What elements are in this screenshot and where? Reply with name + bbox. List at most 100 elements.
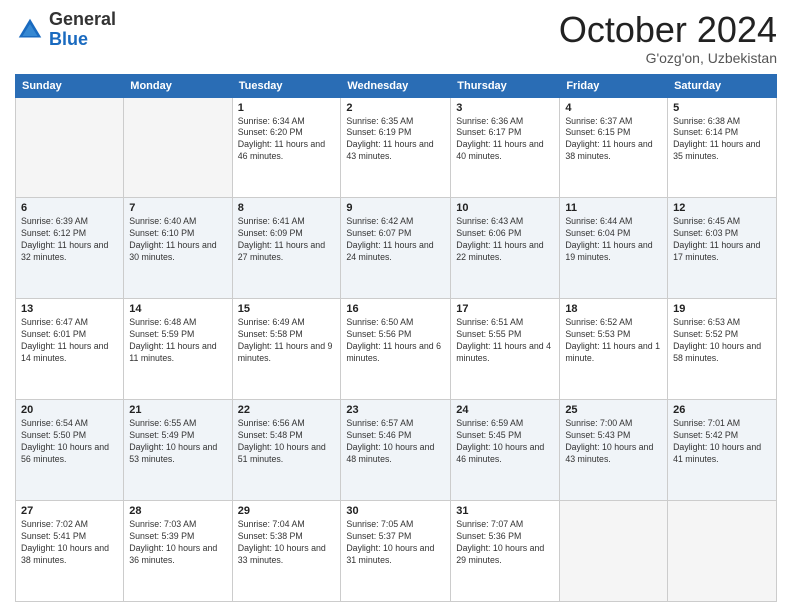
header-tuesday: Tuesday xyxy=(232,74,341,97)
day-number: 11 xyxy=(565,202,662,214)
logo: General Blue xyxy=(15,10,116,50)
day-info: Sunrise: 6:42 AM Sunset: 6:07 PM Dayligh… xyxy=(346,216,445,264)
calendar-table: Sunday Monday Tuesday Wednesday Thursday… xyxy=(15,74,777,602)
table-row: 18 Sunrise: 6:52 AM Sunset: 5:53 PM Dayli… xyxy=(560,299,668,400)
table-row xyxy=(124,97,232,198)
day-number: 4 xyxy=(565,102,662,114)
calendar-week-row: 6 Sunrise: 6:39 AM Sunset: 6:12 PM Daylig… xyxy=(16,198,777,299)
table-row xyxy=(668,501,777,602)
day-number: 27 xyxy=(21,505,118,517)
table-row: 15Sunrise: 6:49 AM Sunset: 5:58 PM Dayli… xyxy=(232,299,341,400)
day-number: 19 xyxy=(673,303,771,315)
header: General Blue October 2024 G'ozg'on, Uzbe… xyxy=(15,10,777,66)
day-info: Sunrise: 6:36 AM Sunset: 6:17 PM Dayligh… xyxy=(456,116,554,164)
day-info: Sunrise: 7:00 AM Sunset: 5:43 PM Dayligh… xyxy=(565,418,662,466)
location: G'ozg'on, Uzbekistan xyxy=(559,50,777,66)
day-info: Sunrise: 6:52 AM Sunset: 5:53 PM Dayligh… xyxy=(565,317,662,365)
day-number: 21 xyxy=(129,404,226,416)
day-info: Sunrise: 6:59 AM Sunset: 5:45 PM Dayligh… xyxy=(456,418,554,466)
table-row: 4 Sunrise: 6:37 AM Sunset: 6:15 PM Daylig… xyxy=(560,97,668,198)
table-row xyxy=(16,97,124,198)
day-info: Sunrise: 7:01 AM Sunset: 5:42 PM Dayligh… xyxy=(673,418,771,466)
day-number: 2 xyxy=(346,102,445,114)
day-number: 31 xyxy=(456,505,554,517)
header-saturday: Saturday xyxy=(668,74,777,97)
day-number: 23 xyxy=(346,404,445,416)
table-row: 22 Sunrise: 6:56 AM Sunset: 5:48 PM Dayli… xyxy=(232,400,341,501)
day-number: 22 xyxy=(238,404,336,416)
calendar-week-row: 13 Sunrise: 6:47 AM Sunset: 6:01 PM Dayli… xyxy=(16,299,777,400)
table-row: 31 Sunrise: 7:07 AM Sunset: 5:36 PM Dayli… xyxy=(451,501,560,602)
day-info: Sunrise: 6:37 AM Sunset: 6:15 PM Dayligh… xyxy=(565,116,662,164)
table-row: 7 Sunrise: 6:40 AM Sunset: 6:10 PM Daylig… xyxy=(124,198,232,299)
calendar-week-row: 20Sunrise: 6:54 AM Sunset: 5:50 PM Dayli… xyxy=(16,400,777,501)
day-info: Sunrise: 6:39 AM Sunset: 6:12 PM Dayligh… xyxy=(21,216,118,264)
day-info: Sunrise: 6:50 AM Sunset: 5:56 PM Dayligh… xyxy=(346,317,445,365)
day-number: 5 xyxy=(673,102,771,114)
table-row: 19Sunrise: 6:53 AM Sunset: 5:52 PM Dayli… xyxy=(668,299,777,400)
day-number: 20 xyxy=(21,404,118,416)
table-row: 24 Sunrise: 6:59 AM Sunset: 5:45 PM Dayli… xyxy=(451,400,560,501)
header-friday: Friday xyxy=(560,74,668,97)
day-info: Sunrise: 6:55 AM Sunset: 5:49 PM Dayligh… xyxy=(129,418,226,466)
logo-text: General Blue xyxy=(49,10,116,50)
table-row xyxy=(560,501,668,602)
table-row: 5 Sunrise: 6:38 AM Sunset: 6:14 PM Daylig… xyxy=(668,97,777,198)
day-number: 25 xyxy=(565,404,662,416)
day-info: Sunrise: 6:47 AM Sunset: 6:01 PM Dayligh… xyxy=(21,317,118,365)
day-info: Sunrise: 6:44 AM Sunset: 6:04 PM Dayligh… xyxy=(565,216,662,264)
table-row: 23 Sunrise: 6:57 AM Sunset: 5:46 PM Dayli… xyxy=(341,400,451,501)
day-number: 30 xyxy=(346,505,445,517)
table-row: 3 Sunrise: 6:36 AM Sunset: 6:17 PM Daylig… xyxy=(451,97,560,198)
calendar-week-row: 1Sunrise: 6:34 AM Sunset: 6:20 PM Daylig… xyxy=(16,97,777,198)
logo-icon xyxy=(15,15,45,45)
day-number: 10 xyxy=(456,202,554,214)
day-number: 13 xyxy=(21,303,118,315)
table-row: 12Sunrise: 6:45 AM Sunset: 6:03 PM Dayli… xyxy=(668,198,777,299)
table-row: 30 Sunrise: 7:05 AM Sunset: 5:37 PM Dayli… xyxy=(341,501,451,602)
table-row: 13 Sunrise: 6:47 AM Sunset: 6:01 PM Dayli… xyxy=(16,299,124,400)
table-row: 20Sunrise: 6:54 AM Sunset: 5:50 PM Dayli… xyxy=(16,400,124,501)
day-info: Sunrise: 6:51 AM Sunset: 5:55 PM Dayligh… xyxy=(456,317,554,365)
table-row: 26 Sunrise: 7:01 AM Sunset: 5:42 PM Dayli… xyxy=(668,400,777,501)
header-sunday: Sunday xyxy=(16,74,124,97)
day-number: 24 xyxy=(456,404,554,416)
title-block: October 2024 G'ozg'on, Uzbekistan xyxy=(559,10,777,66)
day-info: Sunrise: 6:56 AM Sunset: 5:48 PM Dayligh… xyxy=(238,418,336,466)
day-info: Sunrise: 6:49 AM Sunset: 5:58 PM Dayligh… xyxy=(238,317,336,365)
day-number: 18 xyxy=(565,303,662,315)
day-info: Sunrise: 6:34 AM Sunset: 6:20 PM Dayligh… xyxy=(238,116,336,164)
logo-blue-text: Blue xyxy=(49,29,88,49)
day-number: 28 xyxy=(129,505,226,517)
table-row: 14Sunrise: 6:48 AM Sunset: 5:59 PM Dayli… xyxy=(124,299,232,400)
day-number: 6 xyxy=(21,202,118,214)
day-info: Sunrise: 6:40 AM Sunset: 6:10 PM Dayligh… xyxy=(129,216,226,264)
table-row: 2 Sunrise: 6:35 AM Sunset: 6:19 PM Daylig… xyxy=(341,97,451,198)
day-number: 9 xyxy=(346,202,445,214)
table-row: 29Sunrise: 7:04 AM Sunset: 5:38 PM Dayli… xyxy=(232,501,341,602)
day-info: Sunrise: 6:41 AM Sunset: 6:09 PM Dayligh… xyxy=(238,216,336,264)
month-title: October 2024 xyxy=(559,10,777,50)
calendar-week-row: 27Sunrise: 7:02 AM Sunset: 5:41 PM Dayli… xyxy=(16,501,777,602)
table-row: 8Sunrise: 6:41 AM Sunset: 6:09 PM Daylig… xyxy=(232,198,341,299)
day-info: Sunrise: 6:57 AM Sunset: 5:46 PM Dayligh… xyxy=(346,418,445,466)
day-info: Sunrise: 6:38 AM Sunset: 6:14 PM Dayligh… xyxy=(673,116,771,164)
table-row: 6 Sunrise: 6:39 AM Sunset: 6:12 PM Daylig… xyxy=(16,198,124,299)
day-number: 7 xyxy=(129,202,226,214)
day-number: 29 xyxy=(238,505,336,517)
table-row: 9 Sunrise: 6:42 AM Sunset: 6:07 PM Daylig… xyxy=(341,198,451,299)
day-info: Sunrise: 7:05 AM Sunset: 5:37 PM Dayligh… xyxy=(346,519,445,567)
day-number: 17 xyxy=(456,303,554,315)
table-row: 17 Sunrise: 6:51 AM Sunset: 5:55 PM Dayli… xyxy=(451,299,560,400)
weekday-header-row: Sunday Monday Tuesday Wednesday Thursday… xyxy=(16,74,777,97)
table-row: 28Sunrise: 7:03 AM Sunset: 5:39 PM Dayli… xyxy=(124,501,232,602)
day-number: 26 xyxy=(673,404,771,416)
day-number: 3 xyxy=(456,102,554,114)
day-info: Sunrise: 6:35 AM Sunset: 6:19 PM Dayligh… xyxy=(346,116,445,164)
day-info: Sunrise: 6:48 AM Sunset: 5:59 PM Dayligh… xyxy=(129,317,226,365)
page: General Blue October 2024 G'ozg'on, Uzbe… xyxy=(0,0,792,612)
header-wednesday: Wednesday xyxy=(341,74,451,97)
day-info: Sunrise: 7:07 AM Sunset: 5:36 PM Dayligh… xyxy=(456,519,554,567)
table-row: 16Sunrise: 6:50 AM Sunset: 5:56 PM Dayli… xyxy=(341,299,451,400)
header-thursday: Thursday xyxy=(451,74,560,97)
